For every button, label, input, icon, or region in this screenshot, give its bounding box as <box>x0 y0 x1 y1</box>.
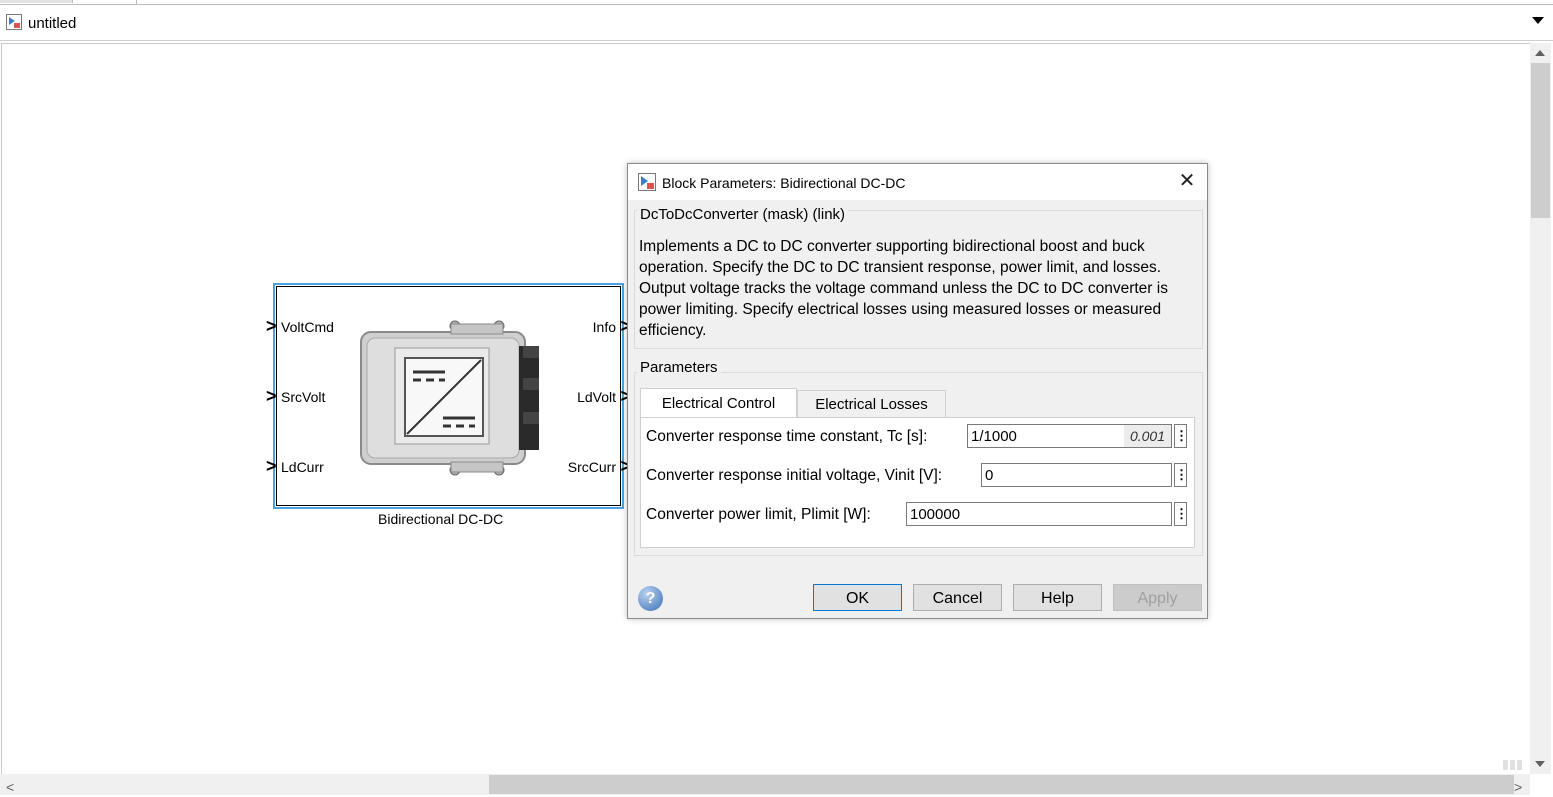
output-port-srccurr: SrcCurr <box>567 459 616 475</box>
dialog-title: Block Parameters: Bidirectional DC-DC <box>662 175 906 191</box>
close-icon[interactable]: ✕ <box>1176 170 1198 192</box>
breadcrumb-dropdown-icon[interactable] <box>1532 17 1544 24</box>
parameters-header: Parameters <box>637 359 721 376</box>
input-port-arrow-icon[interactable]: > <box>266 387 277 405</box>
param-label-vinit: Converter response initial voltage, Vini… <box>646 467 943 484</box>
breadcrumb-bar: untitled <box>0 5 1553 41</box>
output-port-ldvolt: LdVolt <box>577 389 616 405</box>
scroll-down-icon[interactable] <box>1535 761 1545 767</box>
tc-evaluated-value: 0.001 <box>1123 425 1171 447</box>
apply-button[interactable]: Apply <box>1113 584 1202 611</box>
horizontal-scroll-thumb[interactable] <box>489 775 1514 794</box>
simulink-block-icon <box>638 173 656 191</box>
model-tab-active[interactable] <box>73 0 137 4</box>
breadcrumb[interactable]: untitled <box>28 15 76 32</box>
tc-options-icon[interactable]: ⋮ <box>1174 424 1188 448</box>
horizontal-scrollbar[interactable]: < > <box>0 774 1530 795</box>
output-port-info: Info <box>592 319 616 335</box>
cancel-button[interactable]: Cancel <box>913 584 1002 611</box>
input-port-ldcurr: LdCurr <box>281 459 324 475</box>
block-body: > VoltCmd > SrcVolt > LdCurr Info > LdVo… <box>266 286 631 506</box>
block-parameters-dialog: Block Parameters: Bidirectional DC-DC ✕ … <box>627 163 1208 619</box>
tc-input-value: 1/1000 <box>971 428 1017 445</box>
block-name-label[interactable]: Bidirectional DC-DC <box>378 511 503 527</box>
scroll-right-icon[interactable]: > <box>1514 779 1522 795</box>
tc-input[interactable]: 1/1000 0.001 <box>967 424 1172 448</box>
vertical-scrollbar[interactable] <box>1530 43 1551 774</box>
tab-electrical-losses[interactable]: Electrical Losses <box>797 390 946 419</box>
ok-button[interactable]: OK <box>813 584 902 611</box>
simulink-model-icon[interactable] <box>6 14 22 30</box>
mask-description: Implements a DC to DC converter supporti… <box>639 238 1168 339</box>
plimit-options-icon[interactable]: ⋮ <box>1174 502 1188 526</box>
resize-grip-icon[interactable] <box>1503 760 1527 770</box>
plimit-input[interactable]: 100000 <box>906 502 1172 526</box>
dialog-title-bar[interactable]: Block Parameters: Bidirectional DC-DC ✕ <box>628 164 1207 200</box>
mask-header: DcToDcConverter (mask) (link) <box>637 206 849 223</box>
input-port-arrow-icon[interactable]: > <box>266 317 277 335</box>
param-label-tc: Converter response time constant, Tc [s]… <box>646 428 928 445</box>
scroll-up-icon[interactable] <box>1535 50 1545 56</box>
tab-electrical-control[interactable]: Electrical Control <box>640 388 797 420</box>
vinit-input[interactable]: 0 <box>981 463 1172 487</box>
help-icon[interactable]: ? <box>638 586 663 611</box>
dcdc-converter-icon <box>360 320 539 476</box>
input-port-srcvolt: SrcVolt <box>281 389 326 405</box>
help-button[interactable]: Help <box>1013 584 1102 611</box>
bidirectional-dcdc-block[interactable]: > VoltCmd > SrcVolt > LdCurr Info > LdVo… <box>266 283 631 509</box>
scroll-left-icon[interactable]: < <box>6 779 14 795</box>
vertical-scroll-thumb[interactable] <box>1531 63 1550 218</box>
vinit-options-icon[interactable]: ⋮ <box>1174 463 1188 487</box>
electrical-control-pane: Converter response time constant, Tc [s]… <box>640 417 1195 548</box>
input-port-arrow-icon[interactable]: > <box>266 457 277 475</box>
param-label-plimit: Converter power limit, Plimit [W]: <box>646 506 871 523</box>
model-tab-inactive[interactable] <box>0 0 73 3</box>
input-port-voltcmd: VoltCmd <box>281 319 334 335</box>
